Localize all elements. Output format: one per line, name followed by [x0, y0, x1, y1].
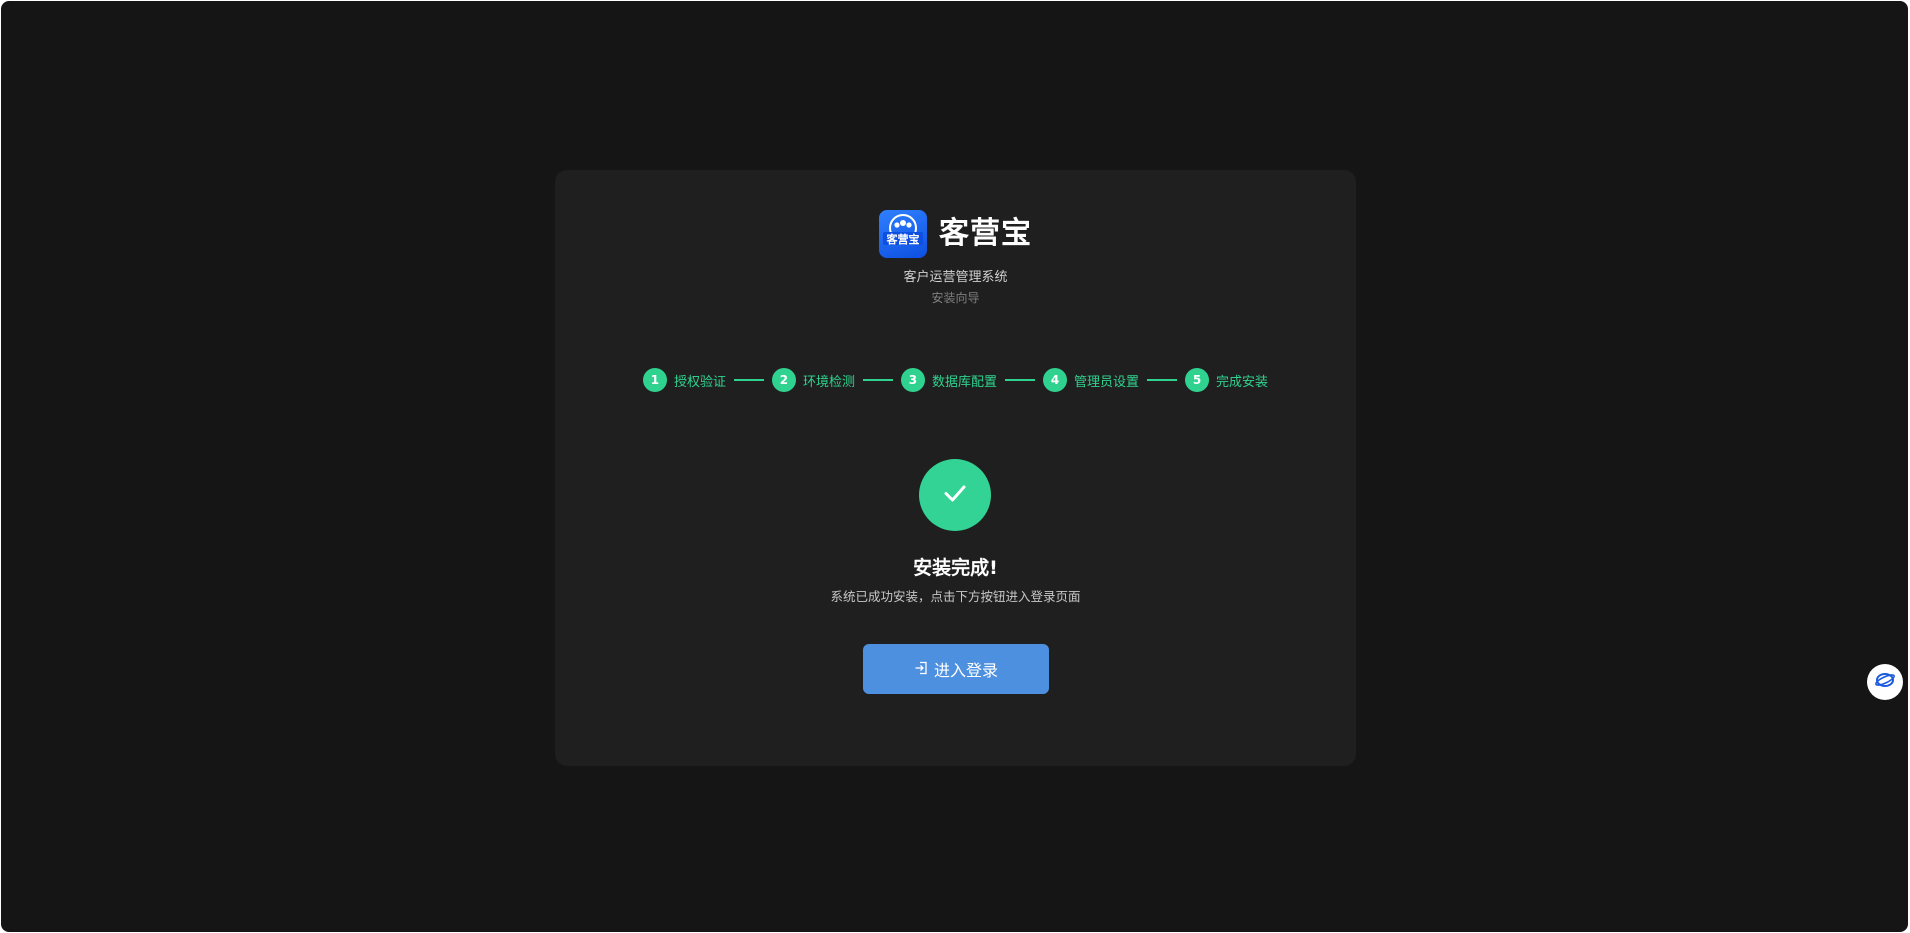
svg-text:客营宝: 客营宝: [886, 232, 920, 246]
completion-title: 安装完成!: [913, 557, 998, 579]
completion-description: 系统已成功安装，点击下方按钮进入登录页面: [830, 589, 1081, 604]
step-label: 授权验证: [673, 374, 726, 390]
step-number: 5: [1185, 368, 1210, 392]
step-connector: [733, 379, 764, 381]
login-icon: [914, 660, 928, 679]
step-number: 3: [900, 368, 925, 392]
success-badge: [919, 459, 991, 531]
step-connector: [862, 379, 893, 381]
brand-header: 客营宝 客营宝: [555, 210, 1356, 258]
enter-login-button[interactable]: 进入登录: [863, 644, 1049, 694]
wizard-label: 安装向导: [931, 291, 980, 305]
step-label: 环境检测: [802, 374, 855, 390]
assistant-icon: [1874, 669, 1896, 695]
app-window: 客营宝 客营宝 客户运营管理系统 安装向导 1 授权验证 2 环境检测 3 数据…: [1, 1, 1908, 932]
step-number: 2: [771, 368, 796, 392]
app-subtitle: 客户运营管理系统: [903, 270, 1008, 285]
step-3: 3 数据库配置: [900, 368, 997, 392]
enter-login-label: 进入登录: [933, 661, 998, 680]
step-1: 1 授权验证: [642, 368, 726, 392]
step-connector: [1005, 379, 1035, 381]
step-label: 完成安装: [1216, 374, 1269, 390]
step-4: 4 管理员设置: [1043, 368, 1139, 392]
check-icon: [940, 478, 970, 512]
step-indicator: 1 授权验证 2 环境检测 3 数据库配置 4 管理员设置 5 完成安装: [555, 368, 1356, 392]
step-number: 1: [642, 368, 667, 392]
step-label: 管理员设置: [1074, 374, 1140, 390]
step-label: 数据库配置: [931, 374, 997, 390]
step-connector: [1147, 379, 1178, 381]
install-wizard-card: 客营宝 客营宝 客户运营管理系统 安装向导 1 授权验证 2 环境检测 3 数据…: [555, 170, 1356, 766]
step-5: 5 完成安装: [1185, 368, 1268, 392]
step-number: 4: [1043, 368, 1067, 392]
app-logo: 客营宝: [879, 210, 927, 258]
step-2: 2 环境检测: [771, 368, 855, 392]
floating-assistant-button[interactable]: [1867, 664, 1903, 700]
app-name: 客营宝: [939, 216, 1032, 251]
